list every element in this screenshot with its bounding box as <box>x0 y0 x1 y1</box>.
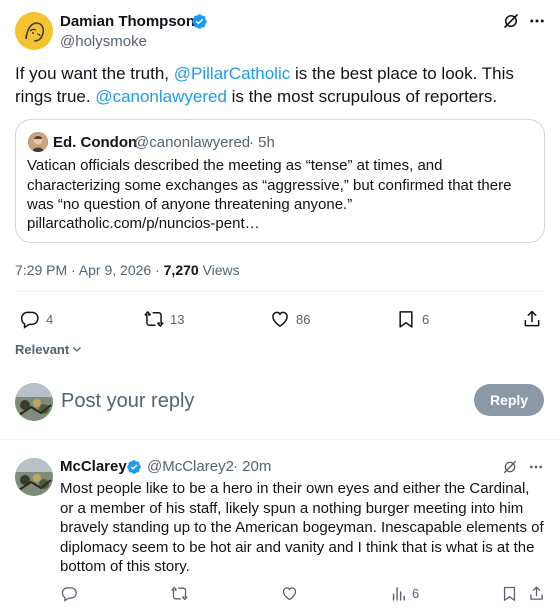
bookmark-icon <box>396 309 416 329</box>
grok-icon[interactable] <box>501 458 519 476</box>
sort-dropdown[interactable]: Relevant <box>15 341 83 357</box>
view-count: 7,270 <box>163 262 199 278</box>
heart-icon <box>270 309 290 329</box>
reply-count: 4 <box>46 311 54 327</box>
bookmark-action[interactable]: 6 <box>396 309 429 329</box>
analytics-icon <box>390 585 407 602</box>
reply-view-count: 6 <box>412 585 420 601</box>
author-avatar[interactable] <box>15 12 53 50</box>
repost-count: 13 <box>170 311 185 327</box>
more-options-icon[interactable] <box>527 458 545 476</box>
divider <box>0 439 560 440</box>
reply-author-name[interactable]: McClarey <box>60 458 127 476</box>
reply-author-avatar[interactable] <box>15 458 53 496</box>
repost-icon[interactable] <box>170 584 188 602</box>
reply-icon <box>20 309 40 329</box>
mention-pillarcatholic[interactable]: @PillarCatholic <box>174 64 290 83</box>
reply-tweet-text: Most people like to be a hero in their o… <box>60 480 544 575</box>
user-avatar[interactable] <box>15 383 53 421</box>
bookmark-count: 6 <box>422 311 430 327</box>
grok-icon[interactable] <box>501 11 521 31</box>
reply-input[interactable]: Post your reply <box>61 388 461 414</box>
sort-label: Relevant <box>15 341 70 357</box>
quoted-author-avatar[interactable] <box>28 132 48 152</box>
repost-icon <box>144 309 164 329</box>
like-action[interactable]: 86 <box>270 309 310 329</box>
heart-icon[interactable] <box>280 584 298 602</box>
bookmark-icon[interactable] <box>500 584 518 602</box>
tweet-text-part: If you want the truth, <box>15 64 174 83</box>
reply-action[interactable]: 4 <box>20 309 53 329</box>
reply-time[interactable]: · 20m <box>233 458 271 476</box>
mention-canonlawyered[interactable]: @canonlawyered <box>95 87 227 106</box>
author-name[interactable]: Damian Thompson <box>60 12 195 31</box>
tweet-text: If you want the truth, @PillarCatholic i… <box>15 62 550 108</box>
more-options-icon[interactable] <box>527 11 547 31</box>
reply-author-handle[interactable]: @McClarey2 <box>147 458 234 476</box>
reply-icon[interactable] <box>60 584 78 602</box>
like-count: 86 <box>296 311 311 327</box>
reply-button[interactable]: Reply <box>474 384 544 416</box>
repost-action[interactable]: 13 <box>144 309 184 329</box>
quoted-tweet-text: Vatican officials described the meeting … <box>27 157 512 213</box>
share-icon[interactable] <box>527 584 545 602</box>
tweet-timestamp[interactable]: 7:29 PM · Apr 9, 2026 · <box>15 262 164 278</box>
divider <box>15 291 545 292</box>
author-handle[interactable]: @holysmoke <box>60 32 147 51</box>
tweet-metadata: 7:29 PM · Apr 9, 2026 · 7,270 Views <box>15 262 240 279</box>
quoted-time[interactable]: · 5h <box>249 134 275 152</box>
verified-badge-icon <box>126 459 142 475</box>
tweet-text-part: is the most scrupulous of reporters. <box>226 87 498 106</box>
quoted-author-name[interactable]: Ed. Condon <box>53 134 137 152</box>
chevron-down-icon <box>71 343 83 355</box>
quoted-tweet-link[interactable]: pillarcatholic.com/p/nuncios-pent… <box>27 214 260 233</box>
views-label: Views <box>198 262 240 278</box>
share-icon[interactable] <box>522 309 542 329</box>
views-action[interactable]: 6 <box>390 584 419 602</box>
verified-badge-icon <box>191 13 208 30</box>
quoted-author-handle[interactable]: @canonlawyered <box>134 134 250 152</box>
